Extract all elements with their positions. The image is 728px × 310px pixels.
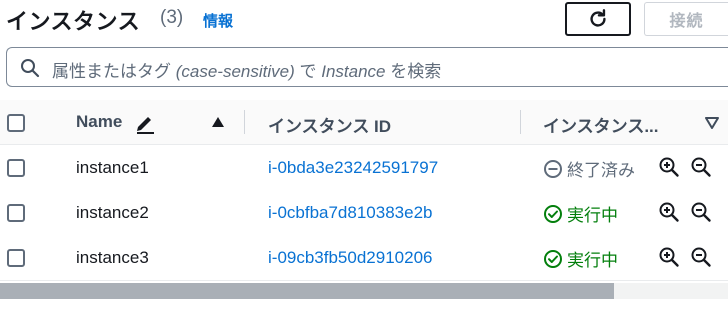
zoom-in-icon[interactable] [658, 246, 680, 268]
zoom-out-icon[interactable] [690, 246, 712, 268]
column-header-state[interactable]: インスタンス... [543, 112, 659, 137]
instance-id-link[interactable]: i-0cbfba7d810383e2b [268, 203, 432, 223]
horizontal-scrollbar[interactable] [0, 283, 728, 299]
instance-id-link[interactable]: i-0bda3e23242591797 [268, 158, 438, 178]
check-circle-icon [544, 204, 562, 223]
instance-name: instance1 [76, 158, 149, 177]
stopped-icon [544, 159, 562, 178]
row-checkbox[interactable] [7, 204, 25, 222]
info-link[interactable]: 情報 [203, 10, 233, 31]
instance-state: 終了済み [543, 156, 635, 181]
scrollbar-thumb[interactable] [0, 283, 614, 299]
instance-count: (3) [160, 7, 184, 28]
instance-id-link[interactable]: i-09cb3fb50d2910206 [268, 248, 432, 268]
sort-ascending-icon[interactable] [211, 116, 225, 128]
row-checkbox[interactable] [7, 159, 25, 177]
zoom-out-icon[interactable] [690, 156, 712, 178]
page-header: インスタンス (3) 情報 接続 [0, 0, 728, 40]
refresh-icon [590, 9, 606, 27]
zoom-in-icon[interactable] [658, 201, 680, 223]
table-row[interactable]: instance2 i-0cbfba7d810383e2b 実行中 [0, 190, 728, 236]
zoom-out-icon[interactable] [690, 201, 712, 223]
select-all-checkbox[interactable] [7, 114, 25, 132]
zoom-in-icon[interactable] [658, 156, 680, 178]
column-divider[interactable] [244, 110, 245, 134]
page-title: インスタンス [6, 9, 141, 34]
search-input[interactable]: 属性またはタグ (case-sensitive) で Instance を検索 [6, 47, 728, 87]
filter-icon[interactable] [705, 117, 719, 129]
instance-name: instance2 [76, 203, 149, 222]
connect-button[interactable]: 接続 [644, 2, 728, 36]
column-header-name[interactable]: Name [76, 112, 122, 132]
instance-name: instance3 [76, 248, 149, 267]
refresh-button[interactable] [565, 2, 631, 36]
check-circle-icon [544, 249, 562, 268]
column-header-instance-id[interactable]: インスタンス ID [268, 112, 391, 137]
column-divider[interactable] [520, 110, 521, 134]
instance-state: 実行中 [543, 201, 618, 226]
search-placeholder: 属性またはタグ (case-sensitive) で Instance を検索 [52, 62, 442, 81]
edit-icon[interactable] [134, 112, 156, 134]
search-icon [21, 59, 40, 78]
table-row[interactable]: instance3 i-09cb3fb50d2910206 実行中 [0, 235, 728, 281]
row-checkbox[interactable] [7, 249, 25, 267]
table-header: Name インスタンス ID インスタンス... [0, 100, 728, 145]
instance-state: 実行中 [543, 246, 618, 271]
table-row[interactable]: instance1 i-0bda3e23242591797 終了済み [0, 145, 728, 191]
